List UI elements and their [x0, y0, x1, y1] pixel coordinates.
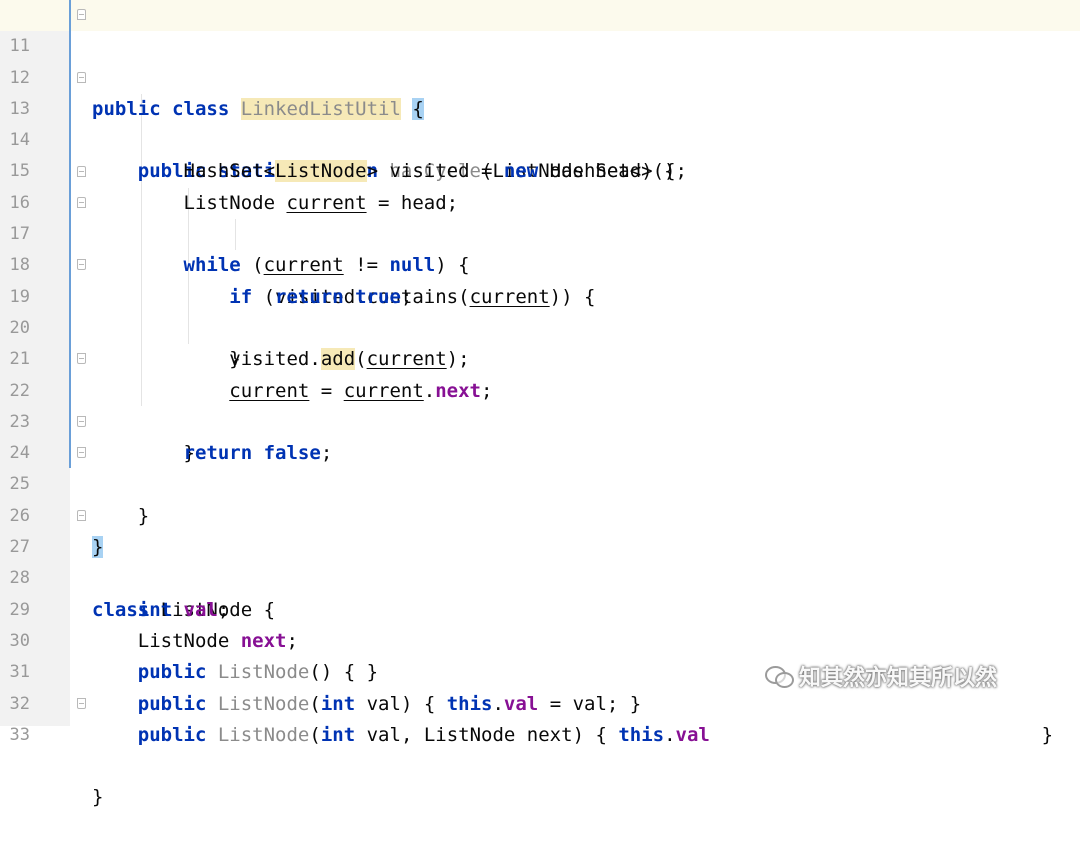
fold-marker-icon[interactable]: [77, 353, 86, 365]
code-line-22[interactable]: 22 }: [0, 344, 1080, 464]
code-line-13[interactable]: 13 public static boolean hasCycle(ListNo…: [0, 63, 1080, 182]
code-line-12[interactable]: 12: [0, 31, 1080, 88]
fold-marker-icon[interactable]: [77, 447, 86, 459]
fold-marker-icon[interactable]: [77, 415, 86, 427]
code-line-30[interactable]: 30 public ListNode() { }: [0, 595, 1080, 683]
code-line-18[interactable]: 18 return true;: [0, 219, 1080, 307]
code-line-33[interactable]: 33 }: [0, 689, 1080, 808]
watermark-text: 知其然亦知其所以然: [799, 666, 998, 691]
fold-marker-icon[interactable]: [77, 259, 86, 271]
code-line-29[interactable]: 29 ListNode next;: [0, 563, 1080, 652]
watermark: 知其然亦知其所以然: [765, 659, 997, 693]
code-editor[interactable]: 11 public class LinkedListUtil { 12 13 p…: [0, 0, 1080, 808]
fold-marker-icon[interactable]: [77, 165, 86, 177]
code-line-20[interactable]: 20 visited.add(current);: [0, 282, 1080, 371]
code-line-26[interactable]: 26: [0, 470, 1080, 526]
fold-marker-icon[interactable]: [77, 71, 86, 83]
wechat-icon: [765, 664, 794, 688]
code-line-23[interactable]: 23 return false;: [0, 376, 1080, 464]
code-line-21[interactable]: 21 current = current.next;: [0, 313, 1080, 401]
scope-indicator: [69, 0, 71, 468]
code-line-15[interactable]: 15 ListNode current = head;: [0, 125, 1080, 213]
fold-marker-icon[interactable]: [77, 9, 86, 20]
fold-marker-icon[interactable]: [77, 697, 86, 709]
code-line-31[interactable]: 31 public ListNode(int val) { this.val =…: [0, 626, 1080, 714]
code-line-27[interactable]: 27 class ListNode {: [0, 501, 1080, 621]
code-line-19[interactable]: 19 }: [0, 250, 1080, 370]
code-line-28[interactable]: 28 int val;: [0, 532, 1080, 620]
fold-marker-icon[interactable]: [77, 196, 86, 208]
code-line-14[interactable]: 14 HashSet<ListNode> visited = new HashS…: [0, 94, 1080, 183]
code-line-11[interactable]: 11 public class LinkedListUtil {: [0, 0, 1080, 120]
code-line-16[interactable]: 16 while (current != null) {: [0, 157, 1080, 276]
code-line-24[interactable]: 24 }: [0, 407, 1080, 527]
line-number: 33: [9, 724, 30, 745]
code-line-25[interactable]: 25 }: [0, 438, 1080, 559]
code-line-17[interactable]: 17 if (visited.contains(current)) {: [0, 188, 1080, 308]
fold-marker-icon[interactable]: [77, 509, 86, 521]
